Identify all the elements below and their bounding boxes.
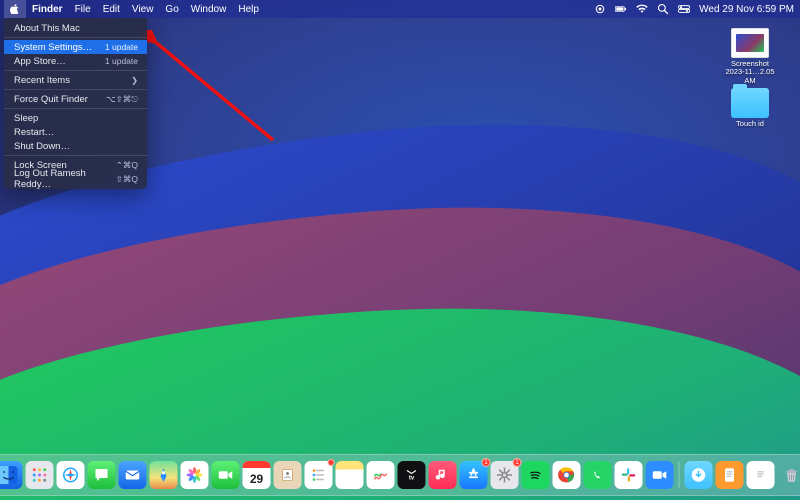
dock-app-calendar[interactable]: 29 — [243, 461, 271, 489]
dock-app-notes[interactable] — [336, 461, 364, 489]
dock-app-reminders[interactable] — [305, 461, 333, 489]
menubar-item-edit[interactable]: Edit — [97, 0, 126, 18]
dock-app-photos[interactable] — [181, 461, 209, 489]
dock-app-appstore[interactable]: 1 — [460, 461, 488, 489]
menu-restart[interactable]: Restart… — [4, 125, 147, 139]
record-icon[interactable] — [594, 3, 606, 15]
menu-shut-down[interactable]: Shut Down… — [4, 139, 147, 153]
dock-app-downloads[interactable] — [685, 461, 713, 489]
dock-app-facetime[interactable] — [212, 461, 240, 489]
search-icon[interactable] — [657, 3, 669, 15]
dock-app-maps[interactable] — [150, 461, 178, 489]
apple-menu-button[interactable] — [4, 0, 26, 18]
menu-app-store[interactable]: App Store… 1 update — [4, 54, 147, 68]
folder-icon — [731, 88, 769, 118]
menu-sleep[interactable]: Sleep — [4, 111, 147, 125]
desktop-folder-touch-id[interactable]: Touch id — [720, 88, 780, 128]
dock-app-safari[interactable] — [57, 461, 85, 489]
menubar: Finder File Edit View Go Window Help Wed… — [0, 0, 800, 18]
dock-app-preview[interactable] — [747, 461, 775, 489]
control-center-icon[interactable] — [678, 3, 690, 15]
menubar-item-view[interactable]: View — [126, 0, 160, 18]
dock-app-contacts[interactable] — [274, 461, 302, 489]
menu-recent-items[interactable]: Recent Items ❯ — [4, 73, 147, 87]
menubar-clock[interactable]: Wed 29 Nov 6:59 PM — [699, 4, 794, 15]
chevron-right-icon: ❯ — [131, 76, 138, 85]
dock-app-launchpad[interactable] — [26, 461, 54, 489]
wifi-icon[interactable] — [636, 3, 648, 15]
dock: 29 tv 11 — [0, 454, 800, 496]
dock-app-system-settings[interactable]: 1 — [491, 461, 519, 489]
dock-app-zoom[interactable] — [646, 461, 674, 489]
menubar-item-file[interactable]: File — [69, 0, 97, 18]
dock-app-freeform[interactable] — [367, 461, 395, 489]
desktop-file-screenshot[interactable]: Screenshot 2023-11…2.05 AM — [720, 28, 780, 85]
menu-separator — [4, 89, 147, 90]
dock-app-trash[interactable] — [778, 461, 800, 489]
dock-app-spotify[interactable] — [522, 461, 550, 489]
menu-separator — [4, 70, 147, 71]
dock-app-chrome[interactable] — [553, 461, 581, 489]
dock-divider — [679, 462, 680, 488]
svg-text:tv: tv — [409, 476, 415, 482]
menu-log-out[interactable]: Log Out Ramesh Reddy… ⇧⌘Q — [4, 172, 147, 186]
dock-app-pages[interactable] — [716, 461, 744, 489]
dock-app-messages[interactable] — [88, 461, 116, 489]
dock-app-tv[interactable]: tv — [398, 461, 426, 489]
dock-app-slack[interactable] — [615, 461, 643, 489]
menubar-item-help[interactable]: Help — [232, 0, 265, 18]
dock-app-whatsapp[interactable] — [584, 461, 612, 489]
dock-app-mail[interactable] — [119, 461, 147, 489]
menu-about-this-mac[interactable]: About This Mac — [4, 21, 147, 35]
menubar-item-window[interactable]: Window — [185, 0, 233, 18]
menu-separator — [4, 155, 147, 156]
menu-separator — [4, 108, 147, 109]
dock-app-finder[interactable] — [0, 461, 23, 489]
screenshot-thumbnail — [731, 28, 769, 58]
apple-menu-dropdown: About This Mac System Settings… 1 update… — [4, 18, 147, 189]
menubar-item-go[interactable]: Go — [159, 0, 184, 18]
menubar-app-name[interactable]: Finder — [26, 0, 69, 18]
menu-force-quit[interactable]: Force Quit Finder ⌥⇧⌘⎋ — [4, 92, 147, 106]
battery-icon[interactable] — [615, 3, 627, 15]
menu-system-settings[interactable]: System Settings… 1 update — [4, 40, 147, 54]
menu-separator — [4, 37, 147, 38]
dock-app-music[interactable] — [429, 461, 457, 489]
